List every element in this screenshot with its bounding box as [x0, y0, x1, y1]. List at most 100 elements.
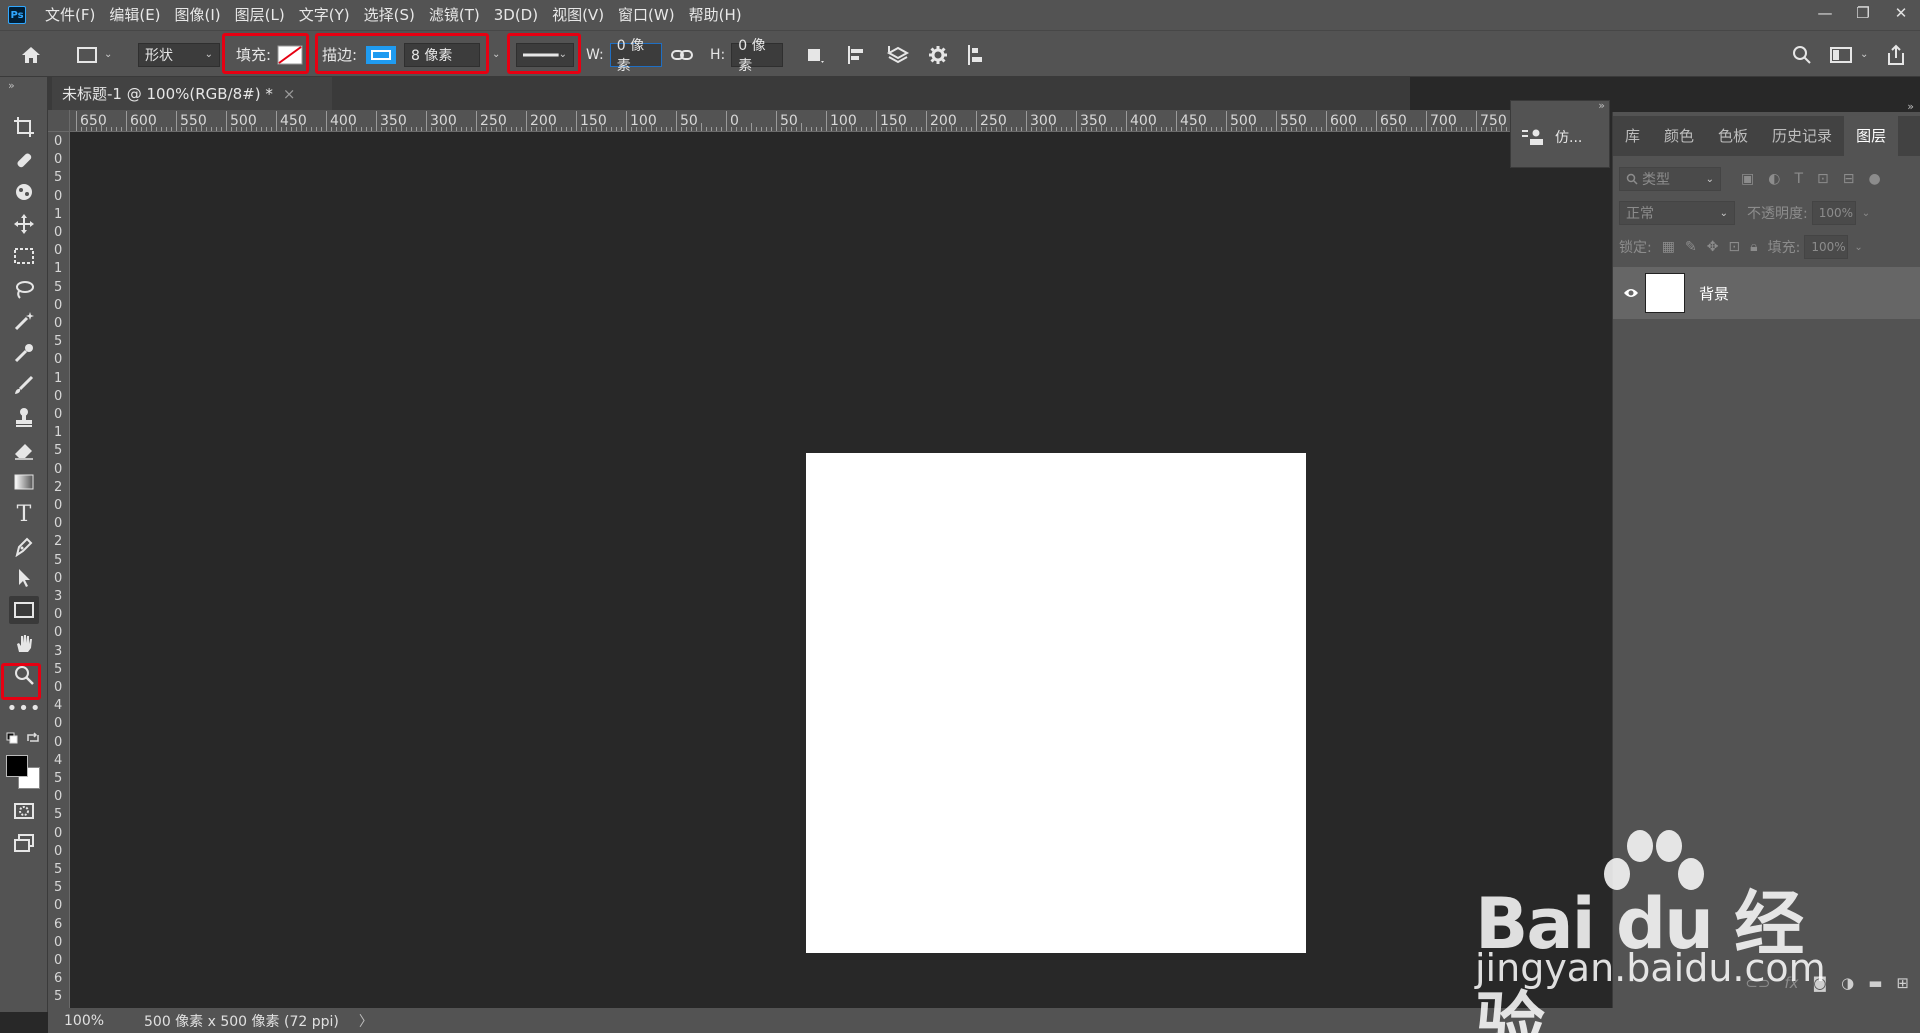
workspace-button[interactable]: ⌄: [1830, 31, 1868, 78]
lasso-tool[interactable]: [9, 275, 39, 303]
filter-shape-icon[interactable]: ⊡: [1817, 171, 1829, 187]
lock-artboard-icon[interactable]: ⊡: [1728, 239, 1740, 255]
new-group-icon[interactable]: ▬: [1868, 974, 1882, 992]
type-tool[interactable]: T: [9, 500, 39, 528]
quick-mask-button[interactable]: [9, 797, 39, 825]
layer-filter-select[interactable]: 类型 ⌄: [1619, 167, 1721, 191]
tab-libraries[interactable]: 库: [1613, 116, 1652, 156]
pen-tool[interactable]: [9, 532, 39, 560]
close-tab-icon[interactable]: ×: [283, 85, 296, 103]
move-tool[interactable]: [9, 210, 39, 238]
status-menu-arrow[interactable]: 〉: [359, 1011, 373, 1031]
clone-source-panel-button[interactable]: 仿...: [1521, 127, 1582, 147]
tool-preset-picker[interactable]: ⌄: [76, 31, 112, 78]
blend-mode-select[interactable]: 正常 ⌄: [1619, 201, 1735, 225]
filter-adjustment-icon[interactable]: ◐: [1768, 171, 1780, 187]
filter-smart-object-icon[interactable]: ⊟: [1843, 171, 1855, 187]
mode-select[interactable]: 形状 ⌄: [138, 31, 220, 78]
more-tools-button[interactable]: •••: [7, 694, 41, 722]
collapse-toolbar-icon[interactable]: »: [8, 79, 15, 92]
color-swatches[interactable]: [6, 755, 42, 789]
lock-position-icon[interactable]: ✥: [1707, 239, 1719, 255]
height-input[interactable]: 0 像素: [731, 38, 784, 74]
expand-panels-icon[interactable]: »: [1598, 99, 1605, 112]
align-edges-button[interactable]: [966, 31, 986, 78]
fill-opacity-input[interactable]: 100%: [1804, 235, 1849, 259]
home-button[interactable]: [20, 31, 42, 78]
close-window-button[interactable]: ✕: [1882, 0, 1920, 26]
adjustment-layer-icon[interactable]: ◑: [1841, 974, 1854, 992]
lock-all-icon[interactable]: 🔒︎: [1750, 239, 1757, 255]
eyedropper-tool[interactable]: [9, 339, 39, 367]
menu-window[interactable]: 窗口(W): [611, 0, 682, 30]
menu-3d[interactable]: 3D(D): [487, 0, 545, 30]
rectangle-tool[interactable]: [9, 596, 39, 624]
new-layer-icon[interactable]: ⊞: [1896, 974, 1909, 992]
menu-image[interactable]: 图像(I): [168, 0, 228, 30]
ruler-origin[interactable]: [48, 110, 70, 132]
path-operations-button[interactable]: [805, 31, 825, 78]
fill-control[interactable]: 填充:: [236, 31, 303, 78]
clone-stamp-tool[interactable]: [9, 403, 39, 431]
swap-colors-controls[interactable]: [6, 732, 39, 746]
menu-help[interactable]: 帮助(H): [682, 0, 749, 30]
chevron-down-icon[interactable]: ⌄: [1854, 242, 1862, 253]
document-tab[interactable]: 未标题-1 @ 100%(RGB/8#) * ×: [52, 77, 332, 110]
crop-tool[interactable]: [9, 113, 39, 141]
add-mask-icon[interactable]: ◙: [1813, 974, 1828, 992]
tab-history[interactable]: 历史记录: [1760, 116, 1844, 156]
filter-type-icon[interactable]: T: [1794, 171, 1803, 187]
layer-name[interactable]: 背景: [1699, 283, 1729, 304]
opacity-input[interactable]: 100%: [1811, 201, 1856, 225]
screen-mode-button[interactable]: [9, 829, 39, 857]
brush-tool[interactable]: [9, 371, 39, 399]
no-fill-swatch-icon[interactable]: [277, 45, 303, 65]
stroke-control[interactable]: 描边:: [322, 31, 397, 78]
restore-button[interactable]: ❐: [1844, 0, 1882, 26]
stroke-width-dropdown[interactable]: ⌄: [492, 31, 500, 78]
lock-transparent-icon[interactable]: ▦: [1662, 239, 1675, 255]
search-button[interactable]: [1792, 31, 1812, 78]
menu-file[interactable]: 文件(F): [38, 0, 102, 30]
chevron-down-icon[interactable]: ⌄: [1862, 208, 1870, 219]
layer-row[interactable]: 背景: [1613, 267, 1920, 319]
healing-brush-tool[interactable]: [9, 146, 39, 174]
path-arrangement-button[interactable]: [886, 31, 910, 78]
settings-button[interactable]: [928, 31, 948, 78]
layer-thumbnail[interactable]: [1645, 273, 1685, 313]
tab-swatches[interactable]: 色板: [1706, 116, 1760, 156]
menu-type[interactable]: 文字(Y): [292, 0, 357, 30]
collapse-panels-icon[interactable]: »: [1907, 100, 1914, 113]
hand-tool[interactable]: [9, 629, 39, 657]
tab-layers[interactable]: 图层: [1844, 116, 1899, 156]
foreground-color-swatch[interactable]: [6, 755, 28, 777]
menu-select[interactable]: 选择(S): [357, 0, 422, 30]
stroke-type-select[interactable]: ⌄: [516, 31, 574, 78]
stroke-color-swatch-icon[interactable]: [365, 45, 397, 65]
zoom-tool[interactable]: [9, 661, 39, 689]
share-button[interactable]: [1886, 31, 1906, 78]
gradient-tool[interactable]: [9, 468, 39, 496]
link-dimensions-button[interactable]: [671, 31, 693, 78]
tab-color[interactable]: 颜色: [1652, 116, 1706, 156]
minimize-button[interactable]: —: [1806, 0, 1844, 26]
menu-layer[interactable]: 图层(L): [228, 0, 292, 30]
document-canvas[interactable]: [806, 453, 1306, 953]
stroke-width-field[interactable]: 8 像素: [404, 31, 480, 78]
width-input[interactable]: 0 像素: [609, 38, 662, 74]
menu-edit[interactable]: 编辑(E): [102, 0, 167, 30]
eraser-tool[interactable]: [9, 436, 39, 464]
menu-filter[interactable]: 滤镜(T): [422, 0, 487, 30]
zoom-level[interactable]: 100%: [64, 1013, 124, 1029]
eye-visibility-icon[interactable]: [1623, 287, 1639, 299]
lock-image-icon[interactable]: ✎: [1685, 239, 1697, 255]
menu-view[interactable]: 视图(V): [545, 0, 611, 30]
link-layers-icon[interactable]: ⊂⊃: [1745, 974, 1770, 992]
marquee-tool[interactable]: [9, 242, 39, 270]
layer-style-icon[interactable]: fx: [1784, 974, 1798, 992]
filter-toggle-icon[interactable]: ●: [1868, 171, 1880, 187]
path-selection-tool[interactable]: [9, 564, 39, 592]
filter-pixel-icon[interactable]: ▣: [1741, 171, 1754, 187]
canvas-workspace[interactable]: [71, 133, 1610, 1010]
magic-wand-tool[interactable]: [9, 307, 39, 335]
